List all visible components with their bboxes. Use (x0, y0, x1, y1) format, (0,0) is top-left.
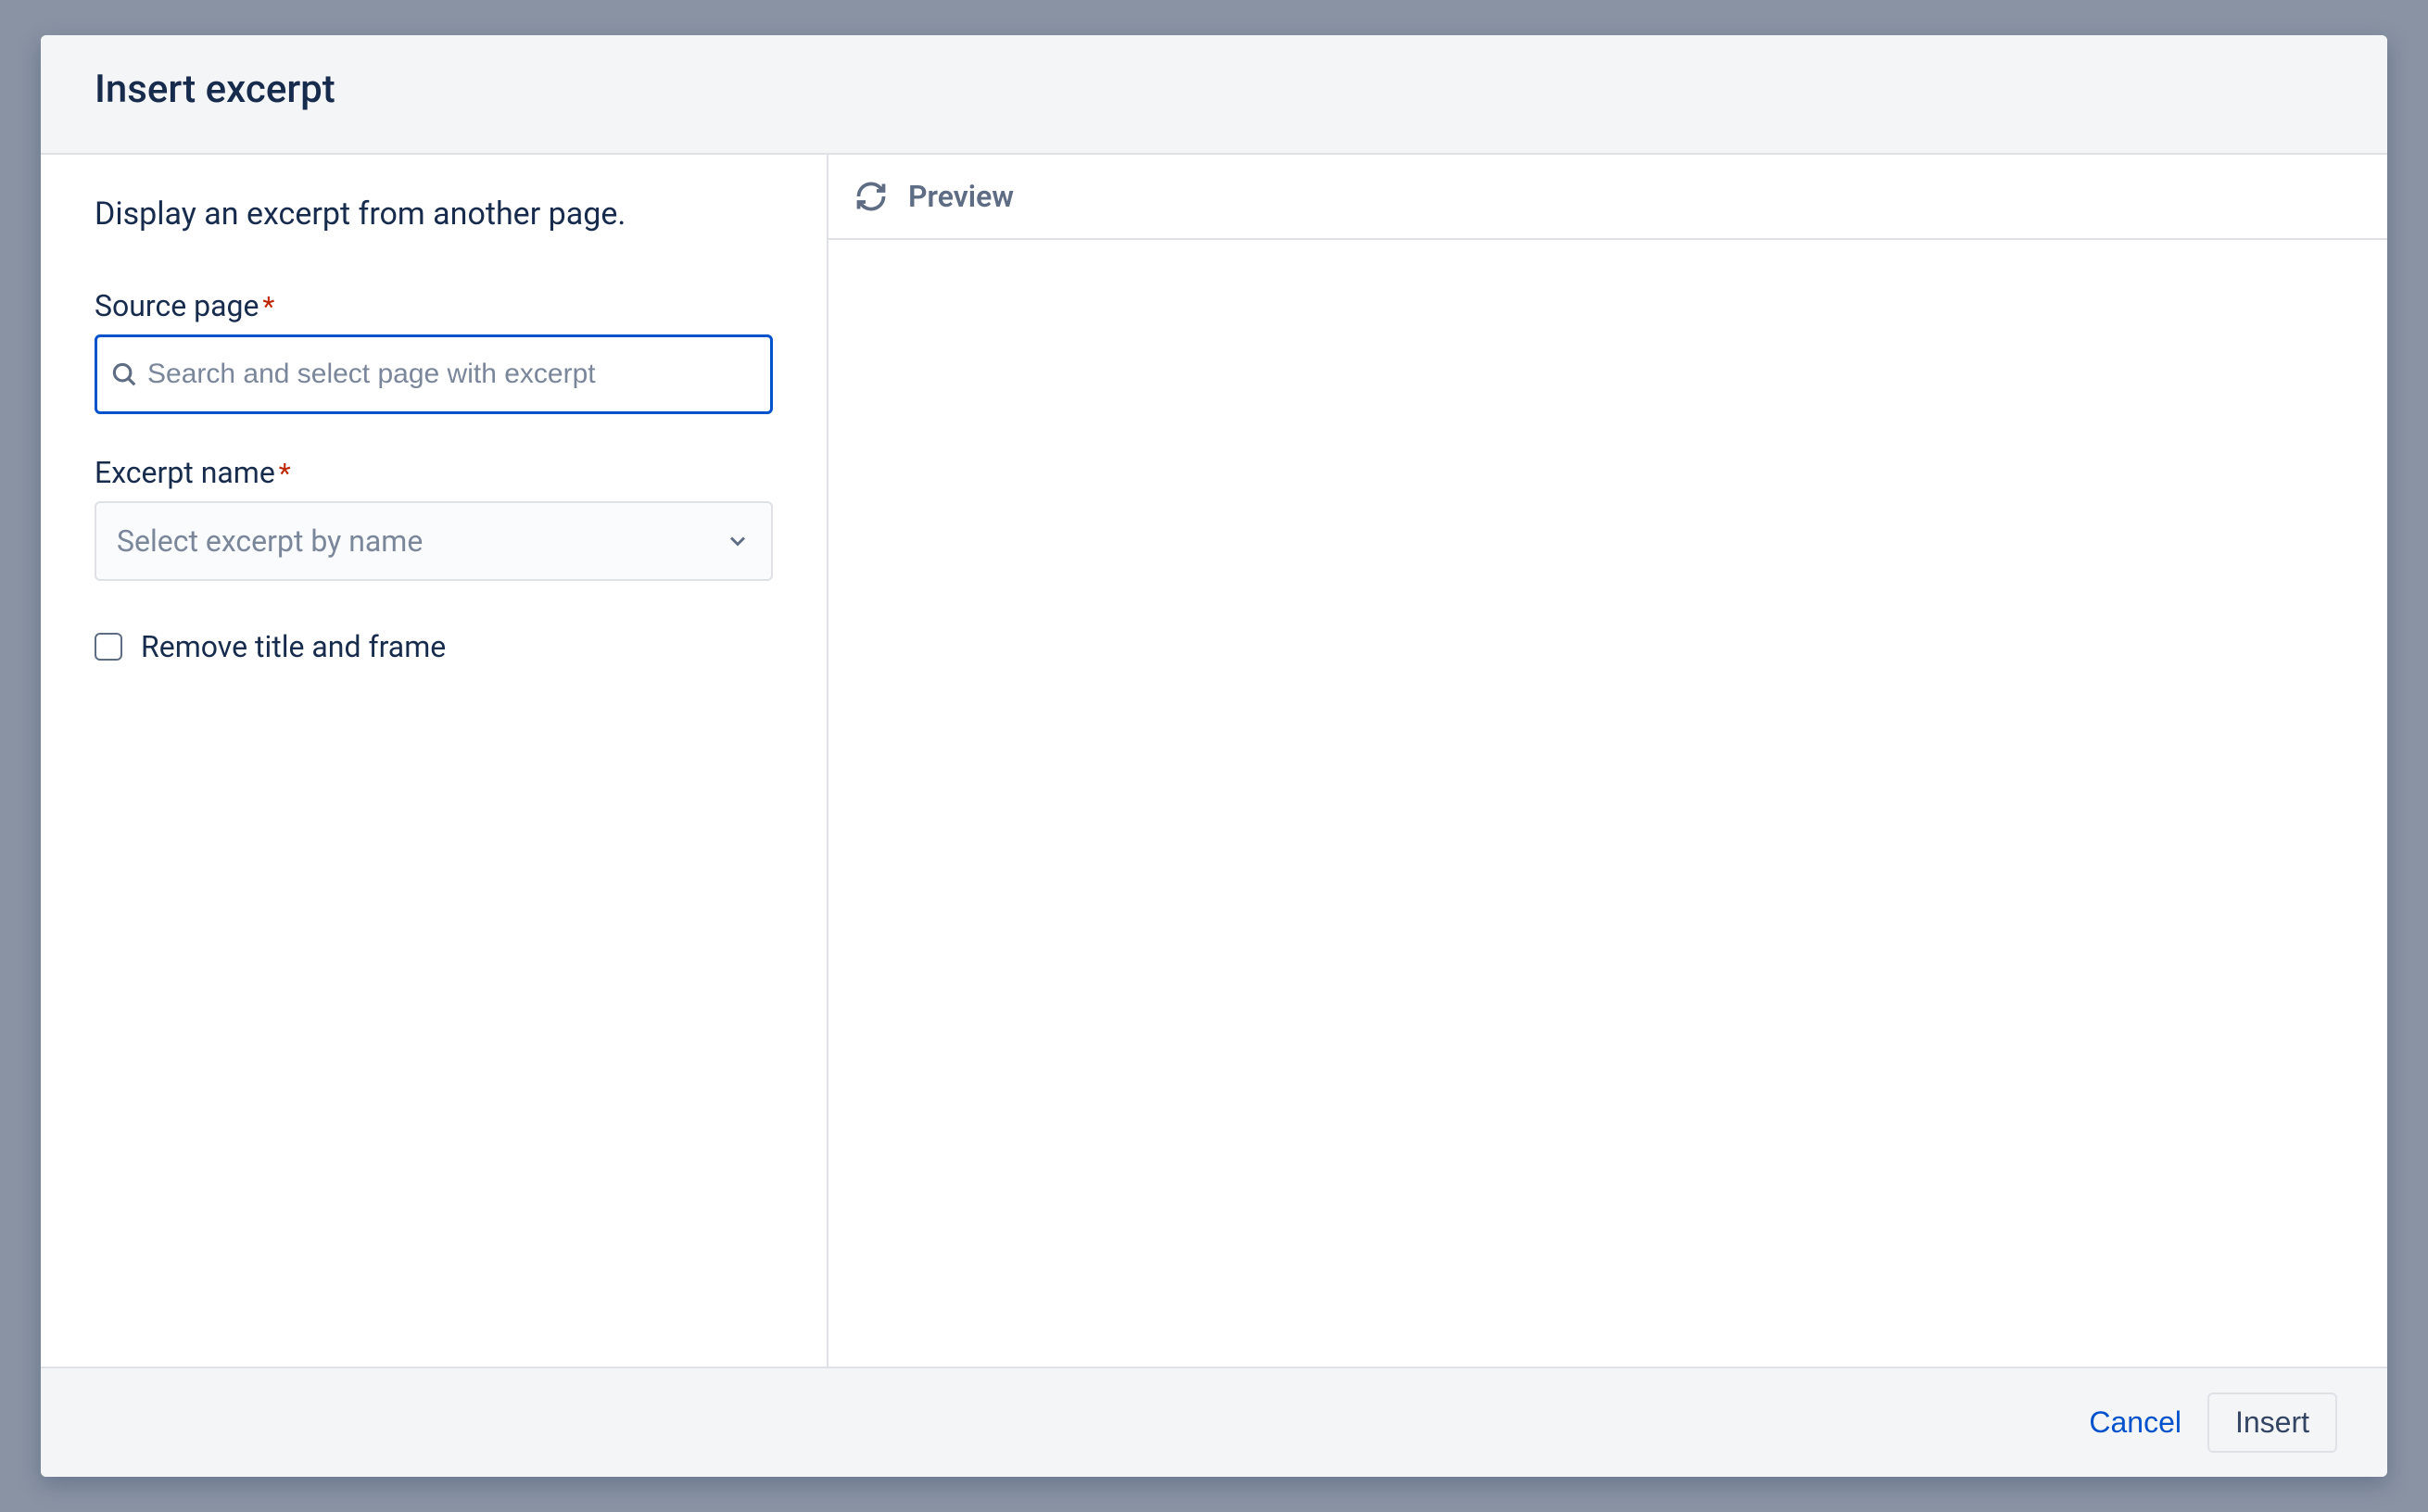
excerpt-name-placeholder: Select excerpt by name (117, 523, 423, 559)
source-page-label: Source page* (95, 288, 773, 323)
remove-frame-checkbox[interactable] (95, 633, 122, 661)
dialog-title: Insert excerpt (95, 67, 2333, 112)
preview-content (828, 240, 2387, 1367)
source-page-field: Source page* (95, 288, 773, 414)
excerpt-name-label: Excerpt name* (95, 455, 773, 490)
insert-excerpt-dialog: Insert excerpt Display an excerpt from a… (41, 35, 2387, 1477)
dialog-body: Display an excerpt from another page. So… (41, 155, 2387, 1367)
dialog-description: Display an excerpt from another page. (95, 195, 773, 233)
preview-label: Preview (908, 179, 1014, 214)
dialog-footer: Cancel Insert (41, 1367, 2387, 1477)
required-indicator: * (262, 291, 274, 323)
cancel-button[interactable]: Cancel (2089, 1405, 2181, 1440)
source-page-label-text: Source page (95, 288, 259, 323)
preview-panel: Preview (828, 155, 2387, 1367)
excerpt-name-field: Excerpt name* Select excerpt by name (95, 455, 773, 581)
excerpt-name-select[interactable]: Select excerpt by name (95, 501, 773, 581)
preview-header: Preview (828, 155, 2387, 240)
excerpt-name-label-text: Excerpt name (95, 455, 275, 490)
required-indicator: * (279, 458, 291, 490)
remove-frame-row[interactable]: Remove title and frame (95, 629, 773, 664)
refresh-icon[interactable] (854, 180, 888, 213)
source-page-input[interactable] (147, 359, 757, 390)
insert-button[interactable]: Insert (2207, 1392, 2337, 1453)
search-icon (110, 360, 138, 388)
chevron-down-icon (725, 528, 751, 554)
dialog-header: Insert excerpt (41, 35, 2387, 155)
remove-frame-label: Remove title and frame (141, 629, 446, 664)
form-panel: Display an excerpt from another page. So… (41, 155, 828, 1367)
source-page-input-wrap[interactable] (95, 334, 773, 414)
